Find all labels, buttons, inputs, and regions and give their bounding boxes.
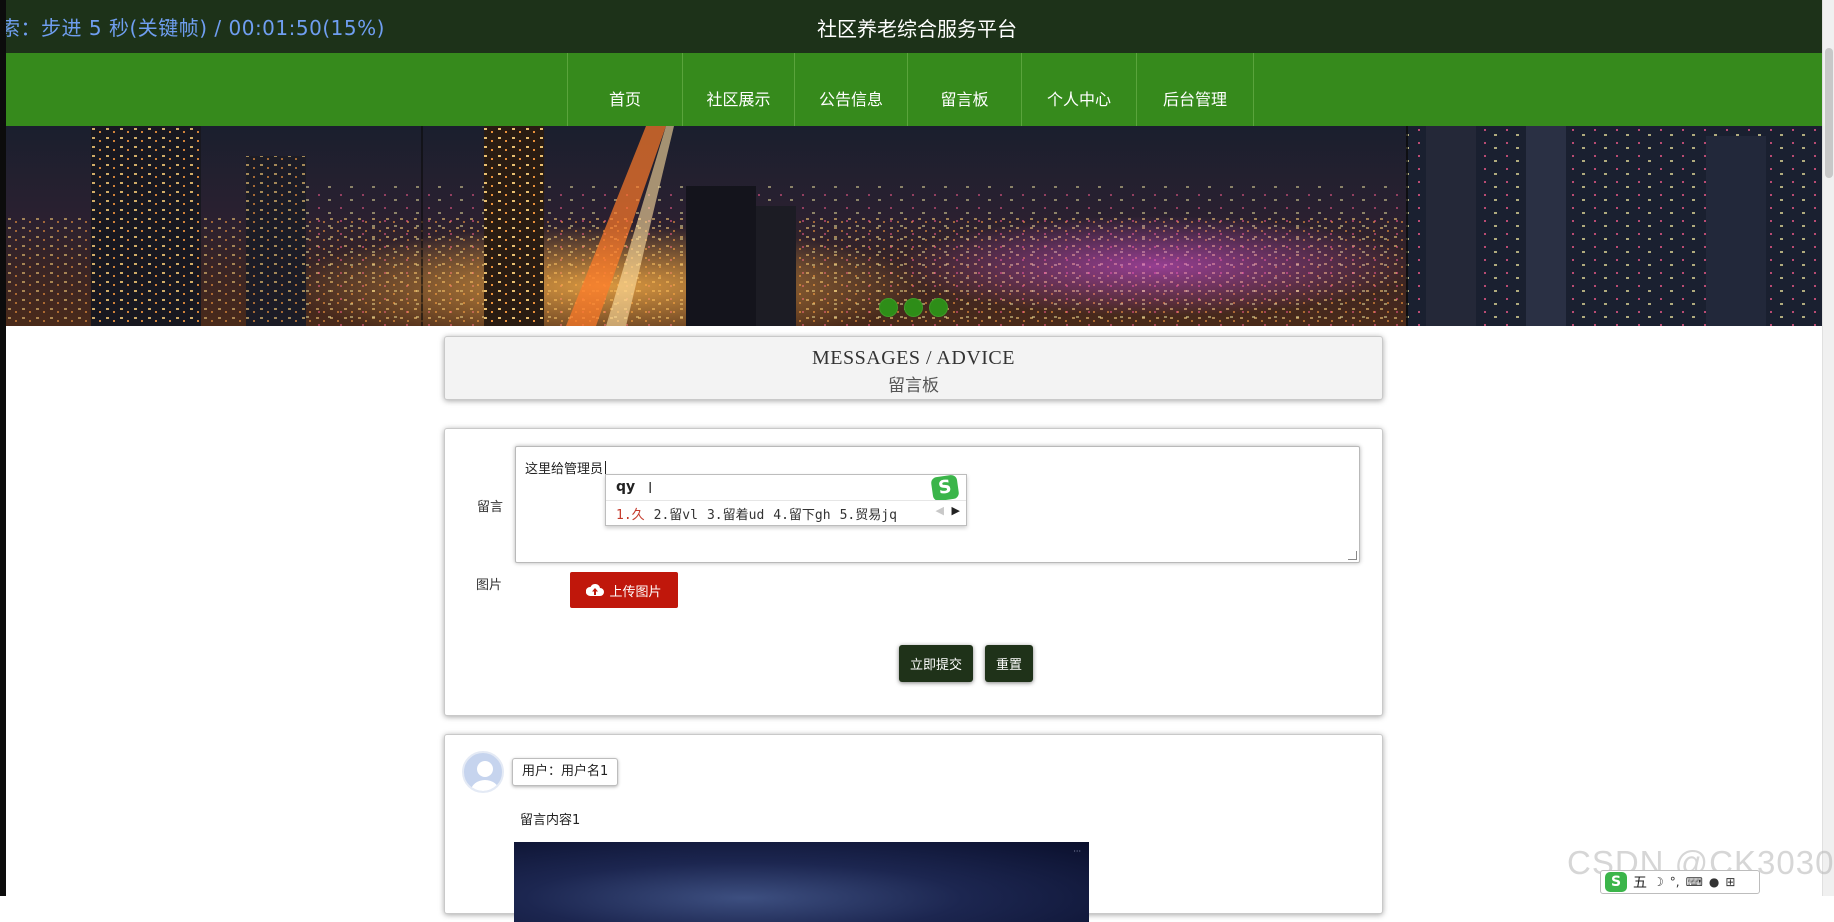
nav-item-notices[interactable]: 公告信息 (795, 53, 908, 126)
message-user-tag: 用户：用户名1 (512, 758, 619, 786)
section-title-en: MESSAGES / ADVICE (812, 347, 1015, 369)
upload-image-button[interactable]: 上传图片 (570, 572, 678, 608)
cloud-upload-icon (586, 583, 605, 596)
section-title-cn: 留言板 (888, 376, 939, 396)
keyboard-icon[interactable]: ⌨ (1686, 875, 1703, 889)
sogou-logo-icon: S (930, 474, 960, 502)
ime-candidate[interactable]: 5.贸易jq (840, 508, 897, 523)
message-image[interactable]: ··· (514, 842, 1089, 922)
message-label: 留言 (477, 500, 504, 515)
ime-input-text: qy (616, 479, 636, 495)
text-cursor-icon: I (648, 479, 653, 497)
ime-candidate[interactable]: 3.留着ud (707, 508, 764, 523)
video-overlay-text: 索：步进 5 秒(关键帧) / 00:01:50(15%) (0, 16, 385, 40)
carousel-dot[interactable] (879, 298, 898, 317)
carousel-dot[interactable] (904, 298, 923, 317)
section-header: MESSAGES / ADVICE 留言板 (444, 336, 1383, 400)
message-item: 用户：用户名1 留言内容1 ··· (444, 734, 1383, 922)
ime-mode-indicator[interactable]: 五 (1633, 872, 1647, 892)
user-icon[interactable]: ● (1709, 875, 1719, 889)
ime-candidate[interactable]: 4.留下gh (773, 508, 830, 523)
moon-icon[interactable]: ☽ (1653, 875, 1664, 889)
ime-candidate-list: 1.久 2.留vl 3.留着ud 4.留下gh 5.贸易jq (616, 504, 906, 523)
page-scrollbar[interactable] (1822, 0, 1834, 896)
ime-candidate[interactable]: 1.久 (616, 508, 645, 523)
image-label: 图片 (476, 578, 503, 593)
punctuation-icon[interactable]: °, (1670, 875, 1680, 889)
carousel-dots (879, 298, 948, 317)
ime-status-bar[interactable]: S 五 ☽ °, ⌨ ● ⊞ (1600, 870, 1760, 894)
nav-item-admin[interactable]: 后台管理 (1137, 53, 1254, 126)
upload-button-label: 上传图片 (609, 584, 662, 600)
nav-item-profile[interactable]: 个人中心 (1022, 53, 1137, 126)
nav-item-message-board[interactable]: 留言板 (908, 53, 1022, 126)
message-content: 留言内容1 (520, 813, 581, 828)
image-watermark-icon: ··· (1073, 847, 1081, 856)
carousel-dot[interactable] (929, 298, 948, 317)
main-nav: 首页 社区展示 公告信息 留言板 个人中心 后台管理 (567, 53, 1254, 126)
banner-image (6, 126, 1822, 326)
ime-divider (606, 500, 966, 501)
user-avatar-icon (462, 751, 504, 793)
reset-button[interactable]: 重置 (985, 645, 1033, 682)
message-text: 这里给管理员 (525, 462, 604, 477)
resize-grip-icon[interactable] (1348, 551, 1357, 560)
nav-item-home[interactable]: 首页 (568, 53, 683, 126)
message-form: 留言 这里给管理员 qy I S 1.久 2.留vl 3.留着ud 4.留下gh 5.贸… (444, 428, 1383, 716)
ime-candidate[interactable]: 2.留vl (654, 508, 698, 523)
grid-menu-icon[interactable]: ⊞ (1725, 875, 1735, 889)
ime-candidate-popup: qy I S 1.久 2.留vl 3.留着ud 4.留下gh 5.贸易jq ◀ ▶ (605, 474, 967, 526)
scrollbar-thumb[interactable] (1825, 48, 1833, 178)
banner-carousel (6, 126, 1822, 326)
nav-item-community[interactable]: 社区展示 (683, 53, 795, 126)
ime-prev-page-icon[interactable]: ◀ (936, 504, 944, 517)
sogou-logo-icon: S (1605, 872, 1627, 892)
nav-bar: 首页 社区展示 公告信息 留言板 个人中心 后台管理 (6, 53, 1822, 126)
top-bar: 社区养老综合服务平台 索：步进 5 秒(关键帧) / 00:01:50(15%) (0, 0, 1834, 53)
submit-button[interactable]: 立即提交 (899, 645, 973, 682)
ime-next-page-icon[interactable]: ▶ (952, 504, 960, 517)
